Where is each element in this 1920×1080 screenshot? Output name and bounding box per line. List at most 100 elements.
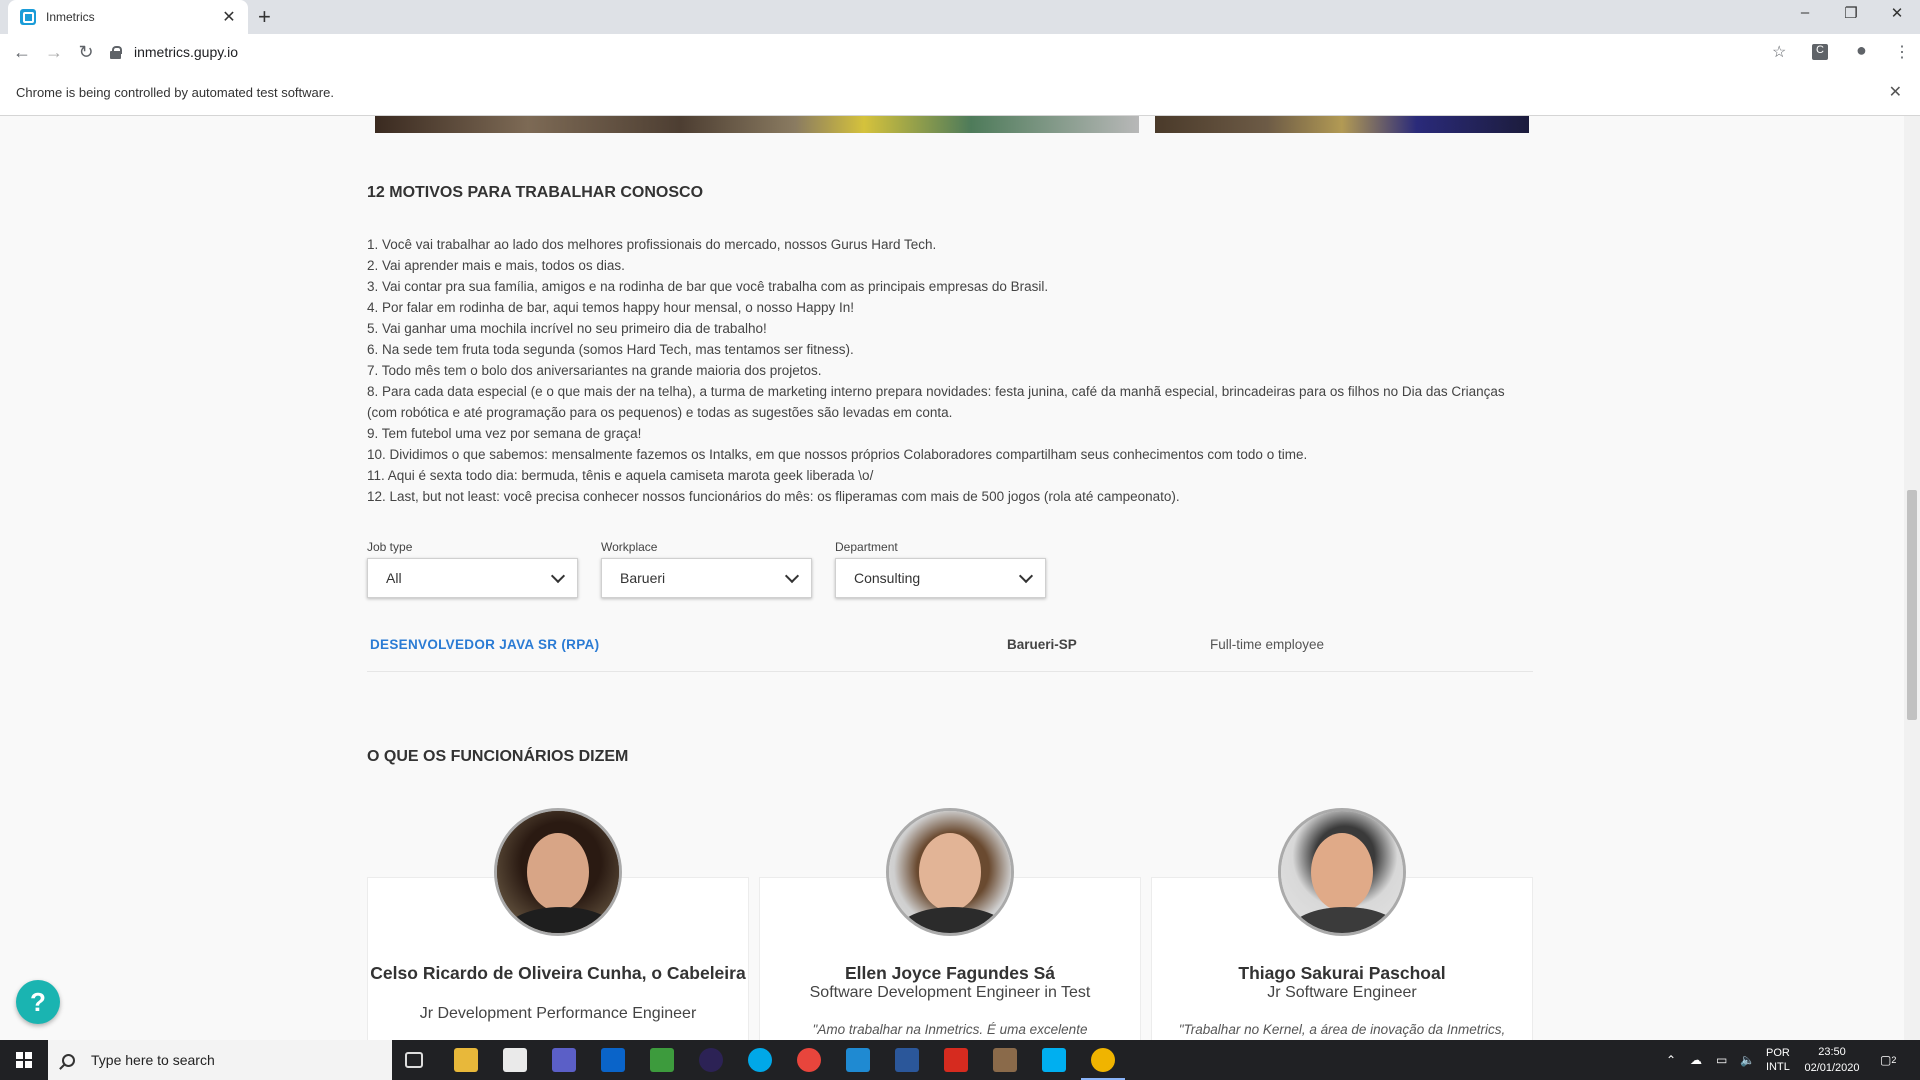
job-row[interactable]: DESENVOLVEDOR JAVA SR (RPA) Barueri-SP F… [367, 616, 1533, 672]
lang-bottom: INTL [1766, 1061, 1790, 1073]
url-text: inmetrics.gupy.io [134, 44, 239, 60]
clock[interactable]: 23:50 02/01/2020 [1800, 1040, 1864, 1080]
tab-title: Inmetrics [46, 10, 95, 24]
outlook-icon[interactable] [601, 1048, 625, 1072]
department-value: Consulting [854, 570, 921, 586]
network-icon[interactable]: ▭ [1716, 1040, 1727, 1080]
search-icon [62, 1053, 75, 1067]
new-tab-icon[interactable]: + [258, 6, 271, 28]
workplace-value: Barueri [620, 570, 666, 586]
help-button[interactable]: ? [16, 980, 60, 1024]
restore-icon[interactable]: ❐ [1828, 4, 1874, 22]
person-name: Ellen Joyce Fagundes Sá [844, 963, 1056, 983]
department-label: Department [835, 540, 898, 554]
reason-item: 10. Dividimos o que sabemos: mensalmente… [367, 447, 1308, 462]
job-employment-type: Full-time employee [1210, 637, 1325, 652]
automation-infobar: Chrome is being controlled by automated … [0, 70, 1920, 116]
clock-time: 23:50 [1818, 1046, 1846, 1058]
chevron-down-icon [1018, 568, 1034, 584]
task-view-icon[interactable] [405, 1052, 423, 1068]
tab-close-icon[interactable]: ✕ [220, 7, 238, 27]
chevron-down-icon [550, 568, 566, 584]
skype-business-icon[interactable] [1042, 1048, 1066, 1072]
reason-item: 2. Vai aprender mais e mais, todos os di… [367, 258, 625, 273]
reason-item: 8. Para cada data especial (e o que mais… [367, 384, 1505, 420]
menu-kebab-icon[interactable]: ⋮ [1894, 42, 1910, 62]
reason-item: 9. Tem futebol uma vez por semana de gra… [367, 426, 642, 441]
start-button[interactable] [0, 1040, 48, 1080]
reason-item: 1. Você vai trabalhar ao lado dos melhor… [367, 237, 937, 252]
person-name: Thiago Sakurai Paschoal [1238, 963, 1446, 983]
department-select[interactable]: Consulting [835, 558, 1046, 598]
minimize-icon[interactable]: – [1782, 4, 1828, 21]
reasons-list: 1. Você vai trabalhar ao lado dos melhor… [367, 234, 1507, 507]
notepad-plus-icon[interactable] [650, 1048, 674, 1072]
close-window-icon[interactable]: ✕ [1874, 4, 1920, 22]
reason-item: 11. Aqui é sexta todo dia: bermuda, têni… [367, 468, 874, 483]
page-scrollbar[interactable] [1904, 116, 1920, 1040]
browser-tab[interactable]: Inmetrics ✕ [8, 0, 248, 34]
reason-item: 5. Vai ganhar uma mochila incrível no se… [367, 321, 767, 336]
page-viewport: 12 MOTIVOS PARA TRABALHAR CONOSCO 1. Voc… [0, 116, 1904, 1040]
language-indicator[interactable]: POR INTL [1766, 1040, 1790, 1080]
workplace-select[interactable]: Barueri [601, 558, 812, 598]
lang-top: POR [1766, 1047, 1790, 1059]
reason-item: 6. Na sede tem fruta toda segunda (somos… [367, 342, 854, 357]
chrome-icon[interactable] [797, 1048, 821, 1072]
inmetrics-favicon-icon [20, 9, 36, 25]
taskbar-search-placeholder: Type here to search [91, 1052, 215, 1068]
job-location: Barueri-SP [1007, 637, 1077, 652]
tray-chevron-up-icon[interactable]: ⌃ [1666, 1040, 1676, 1080]
back-icon[interactable]: ← [6, 42, 38, 63]
eclipse-icon[interactable] [699, 1048, 723, 1072]
person-role: Software Development Engineer in Test [809, 984, 1091, 1001]
clock-date: 02/01/2020 [1804, 1062, 1860, 1074]
job-type-value: All [386, 570, 402, 586]
office-photo-right [1155, 116, 1529, 133]
teams-icon[interactable] [552, 1048, 576, 1072]
forward-icon[interactable]: → [38, 42, 70, 63]
testimonials-title: O QUE OS FUNCIONÁRIOS DIZEM [367, 748, 629, 765]
taskbar-search[interactable]: Type here to search [48, 1040, 392, 1080]
vscode-icon[interactable] [846, 1048, 870, 1072]
testimonial-quote: "Trabalhar no Kernel, a área de inovação… [1178, 1022, 1506, 1037]
job-type-select[interactable]: All [367, 558, 578, 598]
word-icon[interactable] [895, 1048, 919, 1072]
chrome-active-icon[interactable] [1081, 1048, 1125, 1080]
reason-item: 7. Todo mês tem o bolo dos aniversariant… [367, 363, 822, 378]
avatar [494, 808, 622, 936]
workplace-label: Workplace [601, 540, 658, 554]
onedrive-icon[interactable]: ☁ [1690, 1040, 1702, 1080]
person-role: Jr Software Engineer [1267, 984, 1417, 1001]
browser-tabstrip: Inmetrics ✕ + – ❐ ✕ [0, 0, 1920, 34]
infobar-text: Chrome is being controlled by automated … [16, 85, 334, 100]
lock-icon [110, 46, 122, 59]
volume-icon[interactable]: 🔈 [1740, 1040, 1755, 1080]
bookmark-star-icon[interactable]: ☆ [1772, 42, 1786, 62]
address-bar[interactable]: inmetrics.gupy.io [110, 37, 1790, 67]
profile-icon[interactable]: ● [1856, 40, 1867, 61]
person-role: Jr Development Performance Engineer [419, 1005, 697, 1022]
windows-taskbar: Type here to search ⌃ ☁ ▭ 🔈 POR INTL 23:… [0, 1040, 1920, 1080]
reason-item: 12. Last, but not least: você precisa co… [367, 489, 1180, 504]
infobar-close-icon[interactable]: ✕ [1889, 82, 1902, 102]
office-photo-left [375, 116, 1139, 133]
job-title-link[interactable]: DESENVOLVEDOR JAVA SR (RPA) [370, 637, 599, 652]
scrollbar-thumb[interactable] [1907, 490, 1917, 720]
person-name: Celso Ricardo de Oliveira Cunha, o Cabel… [370, 963, 746, 983]
notification-icon[interactable]: ▢ 2 [1880, 1040, 1896, 1080]
app-icon[interactable] [993, 1048, 1017, 1072]
testimonial-quote: "Amo trabalhar na Inmetrics. É uma excel… [812, 1022, 1088, 1037]
extension-icon[interactable]: C [1812, 44, 1828, 60]
skype-icon[interactable] [748, 1048, 772, 1072]
reason-item: 4. Por falar em rodinha de bar, aqui tem… [367, 300, 855, 315]
job-type-label: Job type [367, 540, 413, 554]
windows-logo-icon [16, 1052, 32, 1068]
reason-item: 3. Vai contar pra sua família, amigos e … [367, 279, 1049, 294]
mail-icon[interactable] [503, 1048, 527, 1072]
avatar [886, 808, 1014, 936]
pdf-reader-icon[interactable] [944, 1048, 968, 1072]
browser-toolbar: ← → ↻ inmetrics.gupy.io ☆ C ● ⋮ [0, 34, 1920, 70]
file-explorer-icon[interactable] [454, 1048, 478, 1072]
reload-icon[interactable]: ↻ [70, 42, 102, 63]
